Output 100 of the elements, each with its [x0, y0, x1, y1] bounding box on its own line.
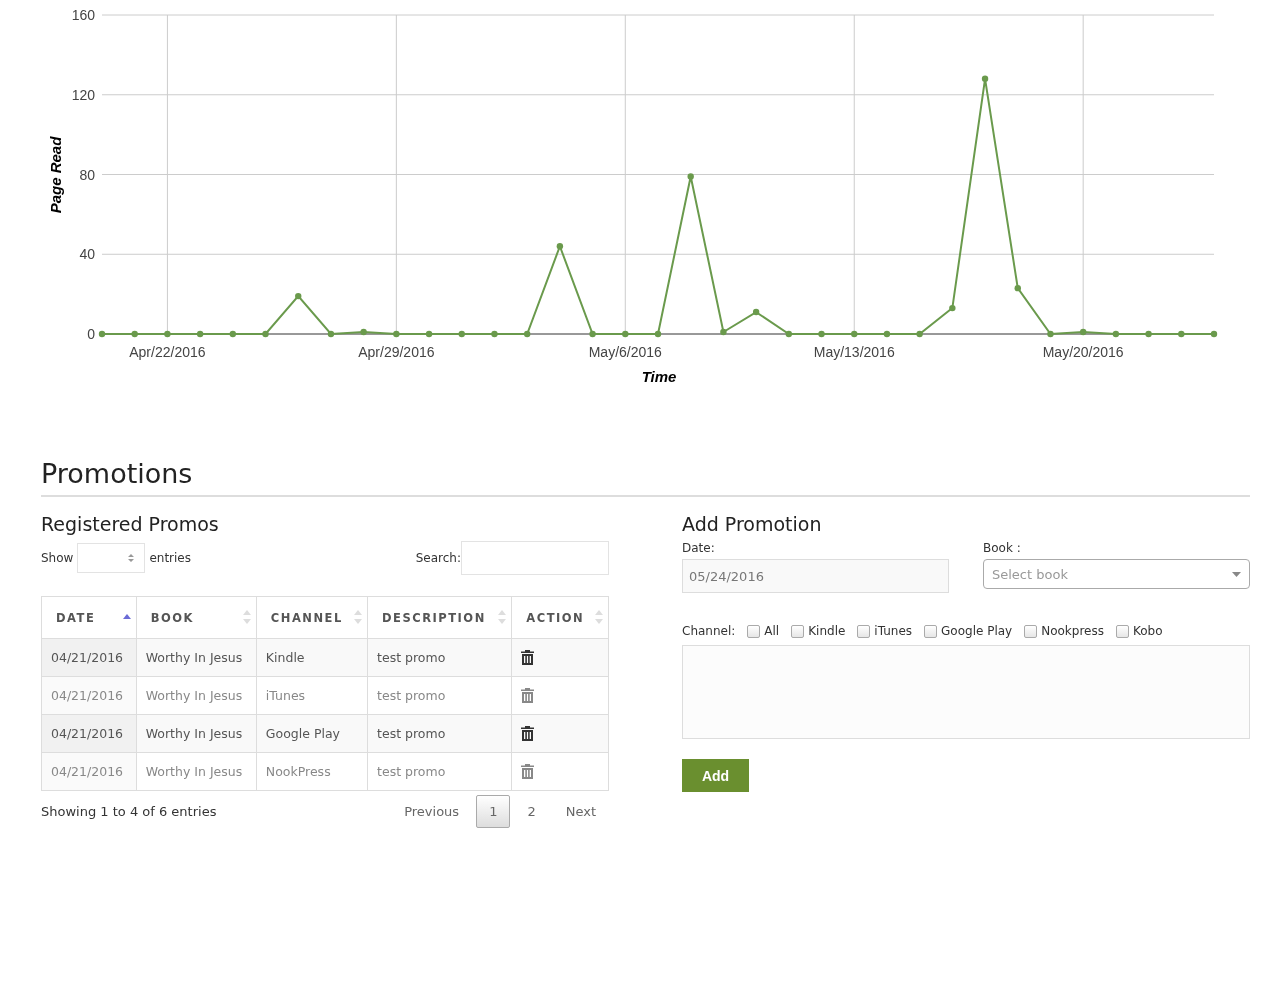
x-tick-label: May/13/2016 — [813, 344, 895, 360]
table-cell: test promo — [367, 714, 512, 753]
data-point — [1047, 330, 1054, 338]
data-point — [1178, 330, 1185, 338]
table-cell: NookPress — [256, 752, 368, 791]
checkbox[interactable] — [1024, 624, 1038, 638]
y-tick-label: 80 — [79, 166, 95, 183]
data-point — [360, 328, 367, 336]
show-label: Show — [41, 551, 74, 565]
entries-select[interactable] — [77, 543, 146, 573]
field-label: Channel: — [682, 624, 736, 638]
data-point — [851, 330, 858, 338]
data-point — [262, 330, 269, 338]
data-point — [916, 330, 923, 338]
panel-heading: Registered Promos — [41, 513, 220, 535]
checkbox-label: All — [764, 624, 780, 638]
table-cell: test promo — [367, 676, 512, 715]
column-header[interactable]: BOOK — [136, 596, 257, 639]
y-axis-title: Page Read — [47, 136, 64, 214]
checkbox-label: Nookpress — [1041, 624, 1104, 638]
caret-icon — [1232, 571, 1241, 577]
data-point — [491, 330, 498, 338]
table-cell: 04/21/2016 — [41, 714, 137, 753]
column-header[interactable]: DATE — [41, 596, 137, 639]
data-point — [327, 330, 335, 338]
entries-label: entries — [149, 551, 191, 565]
data-point — [720, 328, 727, 336]
column-header[interactable]: DESCRIPTION — [367, 596, 512, 639]
data-point — [131, 330, 138, 338]
data-point — [1080, 328, 1087, 336]
data-point — [687, 173, 694, 180]
data-point — [196, 330, 204, 338]
trash-icon[interactable] — [521, 726, 535, 741]
data-point — [98, 330, 106, 338]
table-cell: Worthy In Jesus — [136, 638, 257, 677]
table-cell: 04/21/2016 — [41, 638, 137, 677]
y-tick-label: 0 — [87, 326, 95, 342]
checkbox-label: Google Play — [941, 624, 1013, 638]
y-tick-label: 120 — [71, 86, 95, 103]
table-cell: iTunes — [256, 676, 368, 715]
x-tick-label: May/6/2016 — [588, 344, 662, 360]
checkbox[interactable] — [924, 624, 938, 638]
data-point — [458, 330, 465, 338]
previous-button[interactable]: Previous — [391, 795, 473, 828]
data-point — [556, 243, 564, 250]
y-tick-label: 160 — [71, 7, 95, 23]
search-label: Search: — [415, 551, 461, 565]
x-tick-label: Apr/29/2016 — [358, 344, 435, 360]
data-point — [1210, 330, 1218, 338]
data-point — [785, 330, 792, 338]
data-point — [622, 330, 629, 338]
data-point — [752, 308, 760, 316]
table-cell: Worthy In Jesus — [136, 676, 257, 715]
table-cell: test promo — [367, 752, 512, 791]
table-info: Showing 1 to 4 of 6 entries — [41, 804, 217, 819]
table-cell: 04/21/2016 — [41, 676, 137, 715]
data-point — [1112, 330, 1120, 338]
table-cell: Worthy In Jesus — [136, 752, 257, 791]
field-label: Book : — [983, 541, 1022, 555]
x-tick-label: Apr/22/2016 — [129, 344, 206, 360]
add-button[interactable]: Add — [682, 759, 749, 792]
data-point — [1014, 284, 1021, 292]
date-field[interactable]: 05/24/2016 — [682, 559, 949, 593]
checkbox-label: Kobo — [1133, 624, 1163, 638]
spinner-arrows-icon[interactable] — [128, 554, 135, 562]
table-cell: Worthy In Jesus — [136, 714, 257, 753]
checkbox[interactable] — [857, 624, 871, 638]
y-tick-label: 40 — [79, 246, 95, 263]
table-cell: Kindle — [256, 638, 368, 677]
section-heading: Promotions — [41, 458, 1250, 497]
checkbox[interactable] — [747, 624, 761, 638]
data-point — [393, 330, 400, 338]
trash-icon[interactable] — [521, 650, 535, 665]
data-point — [229, 330, 236, 338]
checkbox[interactable] — [791, 624, 805, 638]
page-button[interactable]: 2 — [514, 795, 549, 828]
checkbox-label: Kindle — [808, 624, 846, 638]
data-point — [949, 304, 956, 312]
page-button[interactable]: 1 — [476, 795, 511, 828]
column-header[interactable]: CHANNEL — [256, 596, 368, 639]
data-point — [818, 330, 825, 338]
text-area[interactable] — [682, 645, 1250, 739]
table-cell: Google Play — [256, 714, 368, 753]
data-point — [425, 330, 433, 338]
data-point — [164, 330, 171, 338]
data-point — [295, 292, 302, 300]
checkbox[interactable] — [1116, 624, 1129, 638]
data-point — [654, 330, 662, 338]
data-point — [883, 330, 891, 338]
data-point — [981, 75, 989, 82]
x-axis-title: Time — [641, 368, 677, 385]
data-point — [1145, 330, 1152, 338]
search-field[interactable] — [461, 541, 609, 575]
table-cell: test promo — [367, 638, 512, 677]
column-header[interactable]: ACTION — [511, 596, 609, 639]
field-label: Date: — [682, 541, 716, 555]
next-button[interactable]: Next — [552, 795, 609, 828]
panel-heading: Add Promotion — [682, 513, 823, 535]
data-point — [589, 330, 596, 338]
data-point — [524, 330, 531, 338]
